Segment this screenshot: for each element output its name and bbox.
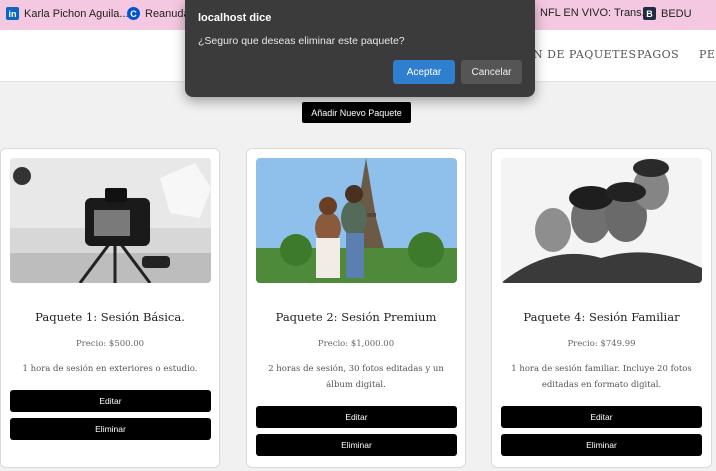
package-title: Paquete 2: Sesión Premium xyxy=(275,310,437,324)
package-card: Paquete 2: Sesión Premium Precio: $1,000… xyxy=(246,148,466,468)
bookmark-coursera[interactable]: C Reanudar xyxy=(127,7,193,20)
package-description: 2 horas de sesión, 30 fotos editadas y u… xyxy=(268,364,444,390)
dialog-title: localhost dice xyxy=(198,12,272,24)
confirm-dialog: localhost dice ¿Seguro que deseas elimin… xyxy=(185,0,535,97)
bookmark-label: NFL EN VIVO: Trans... xyxy=(540,7,651,19)
package-title: Paquete 1: Sesión Básica. xyxy=(35,310,185,324)
package-price: Precio: $1,000.00 xyxy=(317,339,395,349)
bookmark-nfl[interactable]: NFL EN VIVO: Trans... xyxy=(540,7,651,19)
package-description: 1 hora de sesión en exteriores o estudio… xyxy=(22,364,198,374)
package-image-camera xyxy=(10,158,211,283)
package-price: Precio: $500.00 xyxy=(75,339,145,349)
edit-button[interactable]: Editar xyxy=(256,406,457,428)
package-card: Paquete 1: Sesión Básica. Precio: $500.0… xyxy=(0,148,220,468)
bookmark-label: Karla Pichon Aguila... xyxy=(24,7,129,20)
add-package-button[interactable]: Añadir Nuevo Paquete xyxy=(302,102,411,123)
package-card: Paquete 4: Sesión Familiar Precio: $749.… xyxy=(491,148,712,468)
bookmark-label: BEDU xyxy=(661,7,692,20)
bookmark-bedu[interactable]: B BEDU xyxy=(643,7,692,20)
bookmark-linkedin[interactable]: in Karla Pichon Aguila... xyxy=(6,7,129,20)
delete-button[interactable]: Eliminar xyxy=(501,434,702,456)
bedu-icon: B xyxy=(643,7,656,20)
package-title: Paquete 4: Sesión Familiar xyxy=(523,310,680,324)
nav-item-pagos[interactable]: PAGOS xyxy=(637,48,679,61)
package-price: Precio: $749.99 xyxy=(567,339,636,349)
package-description: 1 hora de sesión familiar. Incluye 20 fo… xyxy=(511,364,692,390)
cancel-button[interactable]: Cancelar xyxy=(461,60,522,84)
delete-button[interactable]: Eliminar xyxy=(10,418,211,440)
delete-button[interactable]: Eliminar xyxy=(256,434,457,456)
edit-button[interactable]: Editar xyxy=(10,390,211,412)
edit-button[interactable]: Editar xyxy=(501,406,702,428)
dialog-message: ¿Seguro que deseas eliminar este paquete… xyxy=(198,35,405,47)
accept-button[interactable]: Aceptar xyxy=(393,60,455,84)
nav-item-paquetes[interactable]: N DE PAQUETES xyxy=(533,48,637,61)
coursera-icon: C xyxy=(127,7,140,20)
package-image-family xyxy=(501,158,702,283)
linkedin-icon: in xyxy=(6,7,19,20)
package-image-couple xyxy=(256,158,457,283)
nav-item-perfil[interactable]: PER xyxy=(699,48,716,61)
